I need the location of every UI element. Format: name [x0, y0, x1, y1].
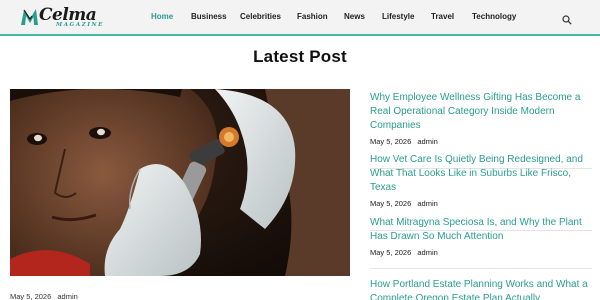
post-meta: May 5, 2026 admin [370, 137, 592, 146]
post-item: How Vet Care Is Quietly Being Redesigned… [370, 153, 592, 208]
post-date: May 5, 2026 [370, 137, 412, 146]
post-title[interactable]: How Vet Care Is Quietly Being Redesigned… [370, 153, 592, 195]
featured-post-author[interactable]: admin [57, 292, 77, 300]
search-icon[interactable] [562, 12, 572, 25]
post-divider [370, 268, 592, 269]
logo-tagline: MAGAZINE [56, 22, 104, 28]
nav-item-business[interactable]: Business [191, 12, 227, 21]
post-item: How Portland Estate Planning Works and W… [370, 278, 592, 300]
nav-item-home[interactable]: Home [151, 12, 173, 21]
post-title[interactable]: Why Employee Wellness Gifting Has Become… [370, 91, 592, 133]
post-date: May 5, 2026 [370, 248, 412, 257]
post-date: May 5, 2026 [370, 199, 412, 208]
nav-item-lifestyle[interactable]: Lifestyle [382, 12, 414, 21]
nav-item-travel[interactable]: Travel [431, 12, 454, 21]
post-meta: May 5, 2026 admin [370, 199, 592, 208]
site-header: Celma MAGAZINE Home Business Celebrities… [0, 0, 600, 36]
site-logo[interactable]: Celma MAGAZINE [20, 5, 110, 30]
post-item: What Mitragyna Speciosa Is, and Why the … [370, 216, 592, 257]
post-title[interactable]: What Mitragyna Speciosa Is, and Why the … [370, 216, 592, 244]
logo-mark-icon [21, 9, 38, 25]
featured-post-date: May 5, 2026 [10, 292, 52, 300]
post-title[interactable]: How Portland Estate Planning Works and W… [370, 278, 592, 300]
section-title: Latest Post [253, 47, 347, 66]
nav-item-news[interactable]: News [344, 12, 365, 21]
nav-item-celebrities[interactable]: Celebrities [240, 12, 281, 21]
post-author[interactable]: admin [417, 137, 437, 146]
nav-item-fashion[interactable]: Fashion [297, 12, 328, 21]
featured-post-meta: May 5, 2026 admin [10, 292, 78, 300]
post-meta: May 5, 2026 admin [370, 248, 592, 257]
post-author[interactable]: admin [417, 248, 437, 257]
featured-image[interactable] [10, 89, 350, 276]
post-author[interactable]: admin [417, 199, 437, 208]
nav-item-technology[interactable]: Technology [472, 12, 516, 21]
post-item: Why Employee Wellness Gifting Has Become… [370, 91, 592, 146]
